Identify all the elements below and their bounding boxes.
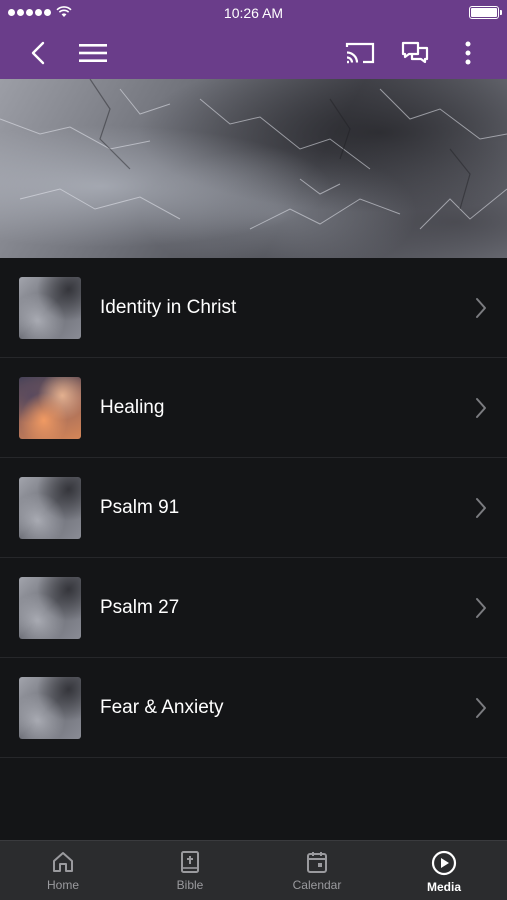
- tab-home[interactable]: Home: [0, 841, 126, 900]
- chevron-right-icon: [476, 498, 486, 518]
- back-button[interactable]: [16, 26, 60, 79]
- tab-label: Home: [46, 878, 79, 892]
- bible-icon: [181, 851, 199, 873]
- series-thumbnail: [19, 577, 81, 639]
- list-item[interactable]: Fear & Anxiety: [0, 658, 507, 758]
- list-item[interactable]: Psalm 91: [0, 458, 507, 558]
- chevron-right-icon: [476, 398, 486, 418]
- list-item-label: Psalm 91: [100, 497, 180, 518]
- top-bar: 10:26 AM: [0, 0, 507, 79]
- series-thumbnail: [19, 477, 81, 539]
- menu-button[interactable]: [71, 26, 115, 79]
- chevron-right-icon: [476, 298, 486, 318]
- list-item[interactable]: Psalm 27: [0, 558, 507, 658]
- list-item[interactable]: Identity in Christ: [0, 258, 507, 358]
- tab-calendar[interactable]: Calendar: [254, 841, 380, 900]
- series-thumbnail: [19, 677, 81, 739]
- chevron-left-icon: [31, 41, 45, 64]
- play-circle-icon: [431, 850, 457, 876]
- list-item[interactable]: Healing: [0, 358, 507, 458]
- cast-icon: [345, 42, 375, 63]
- chevron-right-icon: [476, 698, 486, 718]
- tab-bible[interactable]: Bible: [127, 841, 253, 900]
- calendar-icon: [307, 852, 327, 873]
- bottom-tab-bar: Home Bible Calendar Media: [0, 840, 507, 900]
- hero-banner-image: [0, 79, 507, 258]
- list-item-label: Healing: [100, 397, 165, 418]
- list-item-label: Identity in Christ: [100, 297, 237, 318]
- nav-bar: [0, 26, 507, 79]
- battery-icon: [469, 6, 502, 19]
- list-item-label: Psalm 27: [100, 597, 180, 618]
- series-thumbnail: [19, 377, 81, 439]
- marble-texture-image: [0, 79, 507, 230]
- media-series-list: Identity in Christ Healing Psalm 91 Psal…: [0, 258, 507, 758]
- series-thumbnail: [19, 277, 81, 339]
- more-vertical-icon: [465, 41, 471, 64]
- chat-button[interactable]: [393, 26, 437, 79]
- chat-bubbles-icon: [401, 41, 429, 63]
- tab-label: Calendar: [292, 878, 342, 892]
- chevron-right-icon: [476, 598, 486, 618]
- tab-label: Bible: [176, 878, 204, 892]
- cast-button[interactable]: [338, 26, 382, 79]
- list-item-label: Fear & Anxiety: [100, 697, 224, 718]
- status-bar: 10:26 AM: [0, 0, 507, 26]
- home-icon: [53, 852, 73, 872]
- tab-label: Media: [426, 880, 461, 894]
- status-time: 10:26 AM: [223, 5, 284, 21]
- more-options-button[interactable]: [446, 26, 490, 79]
- hamburger-menu-icon: [79, 43, 107, 62]
- tab-media[interactable]: Media: [381, 841, 507, 900]
